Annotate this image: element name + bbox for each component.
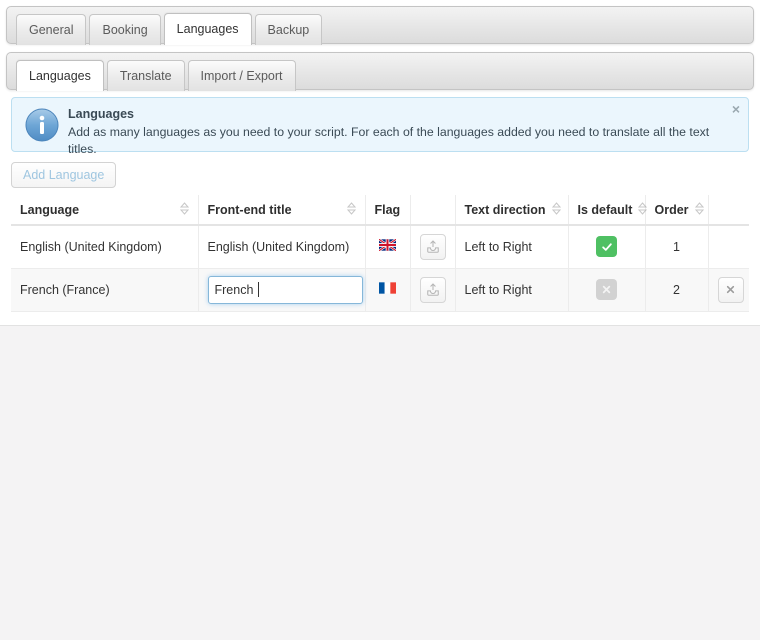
cell-text-direction: Left to Right [455,225,569,269]
sort-arrows-icon[interactable] [694,201,704,218]
page-panel: General Booking Languages Backup Languag… [0,0,760,326]
cell-language: English (United Kingdom) [11,225,199,269]
tab-backup[interactable]: Backup [254,14,323,45]
cell-flag [365,225,411,269]
languages-table: Language Front-end title Flag Text direc… [11,195,749,312]
upload-image-button[interactable] [419,233,446,260]
tab-booking[interactable]: Booking [89,14,161,45]
cell-text-direction: Left to Right [455,268,569,312]
cell-is-default [568,268,646,312]
flag-fr-icon [379,282,396,297]
column-header-frontend-title[interactable]: Front-end title [198,195,366,226]
sort-arrows-icon[interactable] [179,201,189,218]
add-language-button[interactable]: Add Language [11,162,117,188]
cell-flag-upload [410,268,456,312]
cell-frontend-title[interactable]: English (United Kingdom) [198,225,366,269]
subtab-translate[interactable]: Translate [106,60,185,91]
secondary-tab-list: Languages Translate Import / Export [16,59,299,91]
delete-row-button[interactable] [717,276,744,303]
primary-tab-list: General Booking Languages Backup [16,13,325,45]
column-label: Order [654,202,689,217]
table-row: French (France) French Left to Right 2 [11,268,749,312]
column-header-language[interactable]: Language [11,195,199,226]
column-header-is-default[interactable]: Is default [568,195,648,226]
frontend-title-input[interactable] [207,275,363,304]
column-header-order[interactable]: Order [645,195,709,226]
secondary-tabbar: Languages Translate Import / Export [6,52,754,91]
sort-arrows-icon[interactable] [638,201,648,218]
cell-order: 1 [645,225,709,269]
column-header-text-direction[interactable]: Text direction [455,195,569,226]
alert-body: Languages Add as many languages as you n… [68,106,722,158]
column-header-flag-upload [410,195,456,226]
primary-tabbar: General Booking Languages Backup [6,6,754,45]
languages-table-wrap: Language Front-end title Flag Text direc… [11,195,749,312]
tab-languages[interactable]: Languages [163,13,252,45]
cell-frontend-title-editing[interactable]: French [198,268,366,312]
sort-arrows-icon[interactable] [346,201,356,218]
cross-badge-icon[interactable] [596,279,617,300]
upload-image-button[interactable] [419,276,446,303]
column-label: Is default [577,202,633,217]
table-header-row: Language Front-end title Flag Text direc… [11,195,749,226]
flag-uk-icon [378,238,397,254]
column-label: Text direction [464,202,546,217]
cell-actions [708,225,749,269]
cell-flag-upload [410,225,456,269]
table-row: English (United Kingdom) English (United… [11,225,749,269]
cell-is-default [568,225,646,269]
column-header-actions [708,195,749,226]
tab-general[interactable]: General [16,14,87,45]
cell-order: 2 [645,268,709,312]
column-header-flag: Flag [365,195,411,226]
close-icon[interactable]: × [732,102,740,116]
alert-text: Add as many languages as you need to you… [68,125,710,156]
frontend-title-input-holder: French [207,275,363,304]
cell-language: French (France) [11,268,199,312]
cell-actions [708,268,749,312]
cell-flag [365,268,411,312]
sort-arrows-icon[interactable] [551,201,561,218]
column-label: Front-end title [207,202,292,217]
column-label: Flag [374,202,401,217]
info-alert: Languages Add as many languages as you n… [11,97,749,156]
alert-title: Languages [68,107,134,121]
info-icon [25,108,59,142]
check-badge-icon[interactable] [596,236,617,258]
subtab-import-export[interactable]: Import / Export [187,60,296,91]
subtab-languages[interactable]: Languages [16,60,104,91]
column-label: Language [20,202,80,217]
